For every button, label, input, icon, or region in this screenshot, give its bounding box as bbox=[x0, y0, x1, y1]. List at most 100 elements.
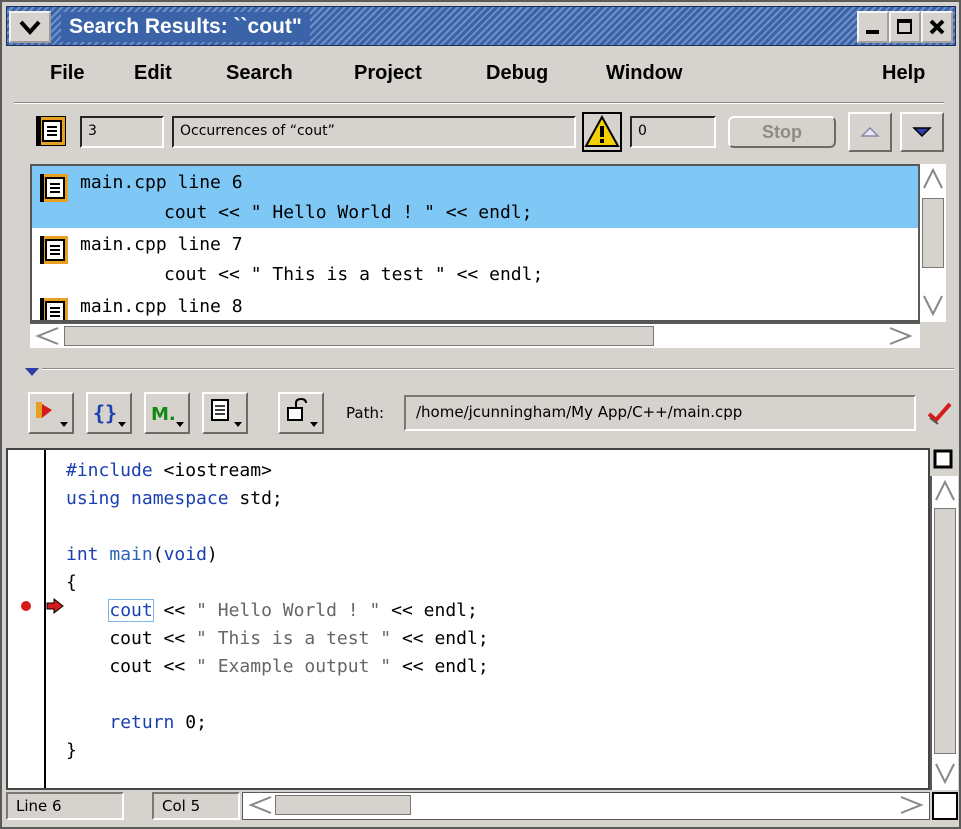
title-bar[interactable]: Search Results: ``cout" bbox=[6, 6, 956, 46]
split-view-button[interactable] bbox=[932, 448, 958, 476]
menu-debug[interactable]: Debug bbox=[486, 62, 548, 85]
previous-result-button[interactable] bbox=[848, 112, 892, 152]
macro-menu-icon: M. bbox=[151, 404, 184, 427]
keyword: int bbox=[66, 544, 99, 565]
splitter-arrow-icon bbox=[25, 368, 39, 376]
editor-vertical-scrollbar[interactable] bbox=[930, 476, 958, 790]
code-line-1: #include <iostream> bbox=[66, 460, 272, 481]
chevron-down-icon bbox=[19, 20, 41, 35]
scroll-thumb[interactable] bbox=[934, 508, 956, 754]
menu-edit[interactable]: Edit bbox=[134, 62, 172, 85]
string-literal: " This is a test " bbox=[196, 628, 392, 649]
result-file-icon bbox=[40, 174, 68, 202]
result-location: main.cpp line 8 bbox=[80, 296, 243, 317]
lock-menu-button[interactable] bbox=[278, 392, 324, 434]
warning-count: 0 bbox=[630, 116, 716, 148]
scroll-down-icon bbox=[923, 295, 943, 317]
line-indicator: Line 6 bbox=[6, 792, 124, 820]
scroll-down-icon bbox=[935, 763, 955, 785]
code-editor[interactable]: #include <iostream> using namespace std;… bbox=[6, 448, 930, 790]
string-literal: " Hello World ! " bbox=[196, 600, 381, 621]
keyword: return bbox=[109, 712, 175, 733]
close-icon bbox=[929, 19, 945, 35]
svg-text:{}: {} bbox=[93, 401, 117, 425]
close-button[interactable] bbox=[921, 11, 953, 43]
prev-arrow-icon bbox=[860, 126, 880, 137]
highlighted-match: cout bbox=[108, 599, 154, 622]
resize-grip[interactable] bbox=[932, 792, 958, 820]
menu-bar: File Edit Search Project Debug Window He… bbox=[6, 50, 956, 100]
menu-help[interactable]: Help bbox=[882, 62, 925, 85]
search-description: Occurrences of “cout” bbox=[172, 116, 576, 148]
code-line-11: } bbox=[66, 740, 77, 761]
document-menu-icon bbox=[211, 399, 242, 427]
menu-file[interactable]: File bbox=[50, 62, 84, 85]
scroll-thumb[interactable] bbox=[64, 326, 654, 346]
bookmark-menu-icon bbox=[36, 402, 68, 427]
braces-menu-button[interactable]: {} bbox=[86, 392, 132, 434]
keyword: #include bbox=[66, 460, 153, 481]
divider bbox=[14, 102, 944, 104]
result-row[interactable]: main.cpp line 8 bbox=[32, 290, 918, 320]
breakpoint-icon[interactable] bbox=[20, 600, 32, 612]
current-line-arrow-icon bbox=[46, 598, 64, 614]
results-horizontal-scrollbar[interactable] bbox=[30, 322, 920, 348]
results-icon bbox=[36, 116, 66, 146]
result-location: main.cpp line 6 bbox=[80, 172, 243, 193]
warning-button[interactable] bbox=[582, 112, 622, 152]
scroll-right-icon bbox=[889, 327, 913, 345]
code-line-2: using namespace std; bbox=[66, 488, 283, 509]
minimize-button[interactable] bbox=[857, 11, 889, 43]
function-name: main bbox=[109, 544, 153, 565]
checkmark-icon bbox=[927, 402, 952, 425]
result-row[interactable]: main.cpp line 6 cout << " Hello World ! … bbox=[32, 166, 918, 228]
menu-project[interactable]: Project bbox=[354, 62, 422, 85]
splitter-handle[interactable] bbox=[24, 362, 40, 381]
scroll-left-icon bbox=[248, 796, 272, 814]
split-view-icon bbox=[933, 449, 953, 469]
code-line-10: return 0; bbox=[109, 712, 207, 733]
occurrence-count: 3 bbox=[80, 116, 164, 148]
next-arrow-icon bbox=[912, 127, 932, 138]
code-line-5: { bbox=[66, 572, 77, 593]
code-line-8: cout << " Example output " << endl; bbox=[66, 656, 489, 677]
stop-button[interactable]: Stop bbox=[728, 116, 836, 148]
minimize-icon bbox=[866, 30, 879, 34]
warning-icon bbox=[584, 114, 620, 147]
code-line-7: cout << " This is a test " << endl; bbox=[66, 628, 489, 649]
scroll-right-icon bbox=[900, 796, 924, 814]
maximize-button[interactable] bbox=[889, 11, 921, 43]
bookmark-menu-button[interactable] bbox=[28, 392, 74, 434]
result-location: main.cpp line 7 bbox=[80, 234, 243, 255]
status-bar: Line 6 Col 5 bbox=[6, 792, 958, 822]
maximize-icon bbox=[897, 19, 912, 34]
result-code: cout << " This is a test " << endl; bbox=[164, 264, 544, 285]
editor-horizontal-scrollbar[interactable] bbox=[242, 792, 930, 820]
results-vertical-scrollbar[interactable] bbox=[918, 164, 946, 322]
divider bbox=[42, 368, 954, 370]
path-field[interactable]: /home/jcunningham/My App/C++/main.cpp bbox=[404, 395, 916, 431]
result-row[interactable]: main.cpp line 7 cout << " This is a test… bbox=[32, 228, 918, 290]
scroll-left-icon bbox=[35, 327, 59, 345]
next-result-button[interactable] bbox=[900, 112, 944, 152]
menu-search[interactable]: Search bbox=[226, 62, 293, 85]
search-results-window: Search Results: ``cout" File Edit Search… bbox=[0, 0, 961, 829]
menu-window[interactable]: Window bbox=[606, 62, 682, 85]
window-title: Search Results: ``cout" bbox=[61, 12, 310, 42]
scroll-thumb[interactable] bbox=[922, 198, 944, 268]
keyword: using namespace bbox=[66, 488, 229, 509]
result-file-icon bbox=[40, 236, 68, 264]
editor-gutter bbox=[44, 450, 46, 788]
window-menu-button[interactable] bbox=[9, 11, 51, 43]
results-list[interactable]: main.cpp line 6 cout << " Hello World ! … bbox=[30, 164, 920, 322]
scroll-up-icon bbox=[935, 479, 955, 501]
code-line-6: cout << " Hello World ! " << endl; bbox=[108, 599, 478, 622]
macro-menu-button[interactable]: M. bbox=[144, 392, 190, 434]
document-menu-button[interactable] bbox=[202, 392, 248, 434]
string-literal: " Example output " bbox=[196, 656, 392, 677]
result-code: cout << " Hello World ! " << endl; bbox=[164, 202, 533, 223]
checkmark-button[interactable] bbox=[926, 400, 954, 430]
column-indicator: Col 5 bbox=[152, 792, 240, 820]
scroll-thumb[interactable] bbox=[275, 795, 411, 815]
scroll-up-icon bbox=[923, 167, 943, 189]
